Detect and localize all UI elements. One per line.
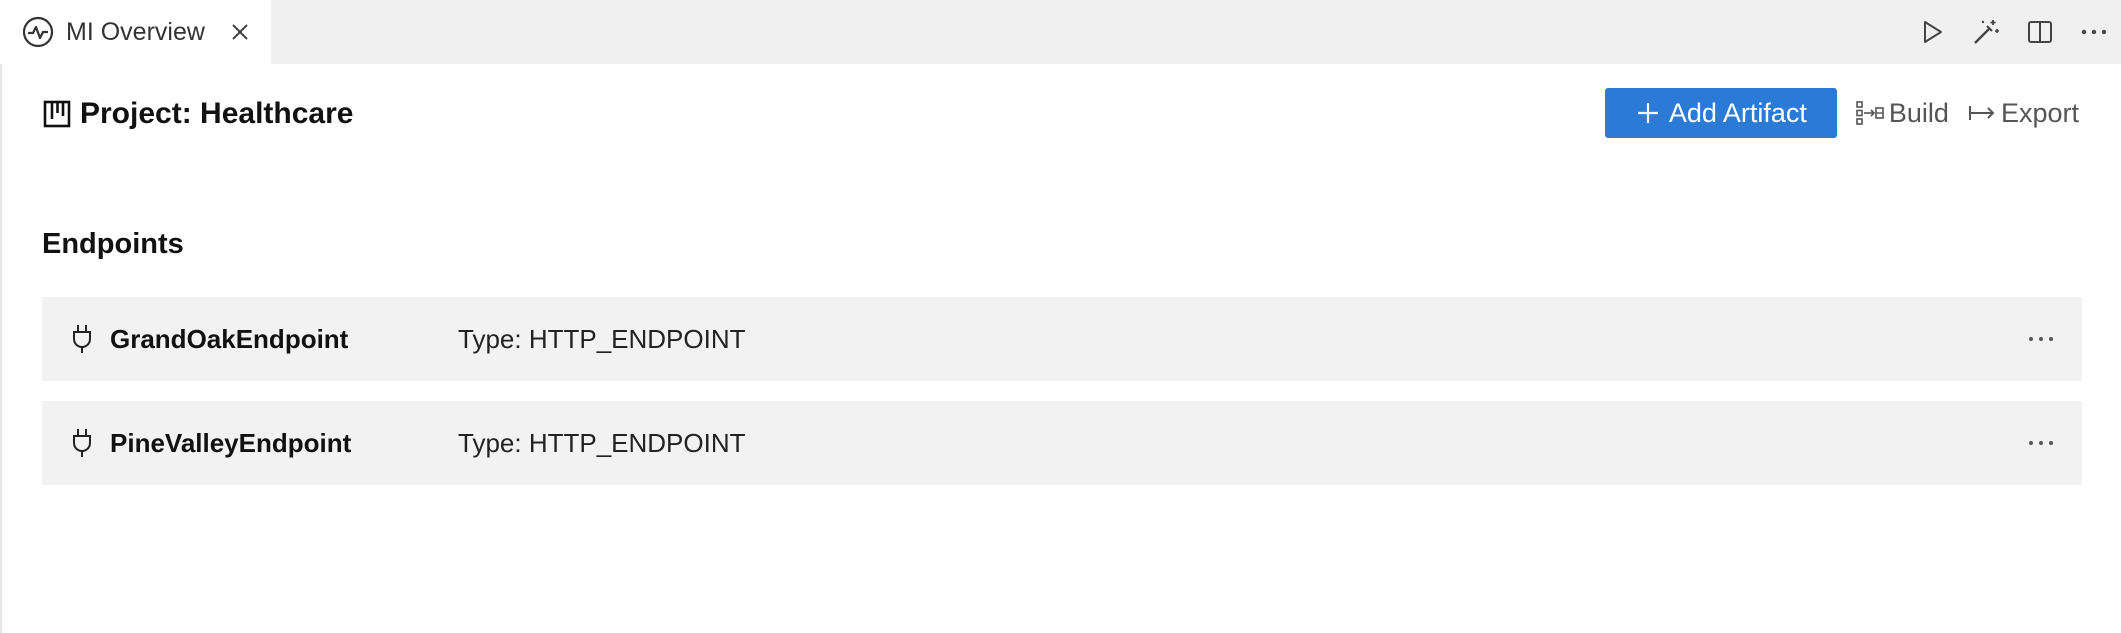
endpoint-name: PineValleyEndpoint: [110, 427, 352, 458]
endpoint-list: GrandOakEndpoint Type: HTTP_ENDPOINT Pin…: [42, 297, 2082, 505]
plug-icon: [64, 323, 100, 355]
header-actions: Add Artifact Build Export: [1604, 88, 2079, 138]
list-item[interactable]: GrandOakEndpoint Type: HTTP_ENDPOINT: [42, 297, 2082, 381]
plug-icon: [64, 427, 100, 459]
build-icon: [1855, 99, 1885, 127]
export-icon: [1967, 101, 1997, 125]
add-artifact-button[interactable]: Add Artifact: [1604, 88, 1837, 138]
endpoint-type: Type: HTTP_ENDPOINT: [458, 323, 746, 354]
export-button[interactable]: Export: [1967, 98, 2079, 129]
project-header: Project: Healthcare: [42, 88, 353, 140]
section-title-endpoints: Endpoints: [42, 228, 184, 260]
editor-tab-bar: MI Overview: [0, 0, 2121, 64]
project-board-icon: [42, 99, 72, 129]
endpoint-name: GrandOakEndpoint: [110, 323, 349, 354]
ellipsis-icon[interactable]: [2067, 5, 2121, 59]
split-editor-icon[interactable]: [2013, 5, 2067, 59]
close-icon[interactable]: [227, 19, 253, 45]
add-artifact-label: Add Artifact: [1668, 97, 1807, 128]
tab-mi-overview[interactable]: MI Overview: [0, 0, 271, 64]
magic-wand-icon[interactable]: [1959, 5, 2013, 59]
list-item[interactable]: PineValleyEndpoint Type: HTTP_ENDPOINT: [42, 401, 2082, 485]
endpoint-type: Type: HTTP_ENDPOINT: [458, 427, 746, 458]
pulse-circle-icon: [21, 16, 54, 49]
plus-icon: [1635, 100, 1661, 126]
editor-left-border: [0, 64, 2, 633]
editor-actions: [1905, 0, 2121, 64]
ellipsis-icon[interactable]: [2020, 422, 2062, 464]
export-label: Export: [2000, 97, 2079, 128]
build-label: Build: [1888, 97, 1949, 128]
play-icon[interactable]: [1905, 5, 1959, 59]
tab-label: MI Overview: [66, 17, 205, 46]
build-button[interactable]: Build: [1855, 98, 1949, 129]
ellipsis-icon[interactable]: [2020, 318, 2062, 360]
page-title: Project: Healthcare: [80, 97, 354, 130]
